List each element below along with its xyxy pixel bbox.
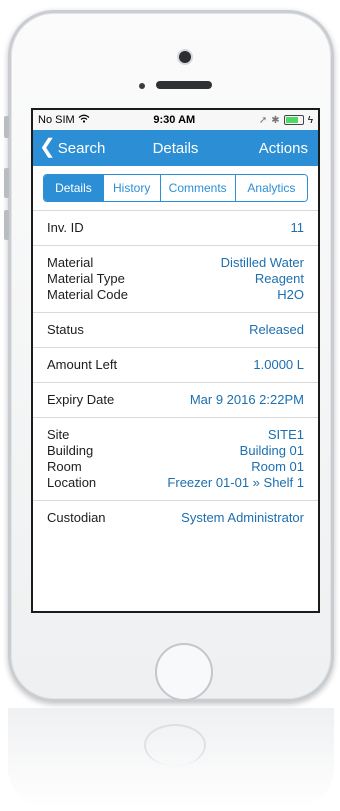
front-camera [179,51,191,63]
actions-button[interactable]: Actions [259,140,308,157]
tab-history[interactable]: History [103,175,161,201]
expiry-date-value: Mar 9 2016 2:22PM [189,392,304,407]
tab-comments[interactable]: Comments [160,175,236,201]
site-label: Site [47,427,70,442]
amount-left-row: Amount Left 1.0000 L [33,347,318,382]
segmented-tabs: Details History Comments Analytics [43,174,308,202]
amount-left-value: 1.0000 L [253,357,304,372]
status-value: Released [249,322,304,337]
amount-left-label: Amount Left [47,357,118,372]
details-list: Inv. ID 11 Material Distilled Water Mate… [33,210,318,535]
tab-analytics[interactable]: Analytics [235,175,307,201]
navigation-bar: ❮ Search Details Actions [33,130,318,166]
building-label: Building [47,443,94,458]
material-label: Material [47,255,94,270]
custodian-label: Custodian [47,510,106,525]
battery-icon [283,115,304,125]
building-value: Building 01 [239,443,304,458]
location-value: Freezer 01-01 » Shelf 1 [167,475,304,490]
custodian-value: System Administrator [181,510,304,525]
status-bar: No SIM 9:30 AM ➚ ✱ ϟ [33,110,318,130]
tab-details[interactable]: Details [44,175,104,201]
status-row: Status Released [33,312,318,347]
expiry-date-row: Expiry Date Mar 9 2016 2:22PM [33,382,318,417]
carrier-label: No SIM [38,114,75,126]
volume-up-button [4,168,9,198]
room-value: Room 01 [251,459,304,474]
bluetooth-icon: ✱ [271,114,280,126]
volume-down-button [4,210,9,240]
material-type-value: Reagent [254,271,304,286]
home-button[interactable] [155,643,213,701]
inv-id-label: Inv. ID [47,220,84,235]
app-screen: No SIM 9:30 AM ➚ ✱ ϟ ❮ Search Details Ac… [31,108,320,613]
site-value: SITE1 [267,427,304,442]
back-chevron-icon: ❮ [39,136,56,158]
location-arrow-icon: ➚ [258,114,268,126]
material-code-value: H2O [277,287,304,302]
proximity-sensor [139,83,145,89]
location-label: Location [47,475,97,490]
status-label: Status [47,322,84,337]
mute-switch [4,116,9,138]
inv-id-row: Inv. ID 11 [33,210,318,245]
expiry-date-label: Expiry Date [47,392,115,407]
room-label: Room [47,459,82,474]
inv-id-value: 11 [290,220,305,235]
material-group-row: Material Distilled Water Material Type R… [33,245,318,312]
charging-bolt-icon: ϟ [307,114,313,126]
phone-reflection [8,708,334,808]
back-button[interactable]: ❮ Search [39,136,106,158]
material-type-label: Material Type [47,271,125,286]
material-code-label: Material Code [47,287,128,302]
wifi-icon [78,114,90,126]
earpiece-speaker [156,81,212,89]
location-group-row: Site SITE1 Building Building 01 Room Roo… [33,417,318,500]
material-value: Distilled Water [220,255,304,270]
back-button-label: Search [57,139,106,157]
clock-time: 9:30 AM [153,114,196,126]
custodian-row: Custodian System Administrator [33,500,318,535]
